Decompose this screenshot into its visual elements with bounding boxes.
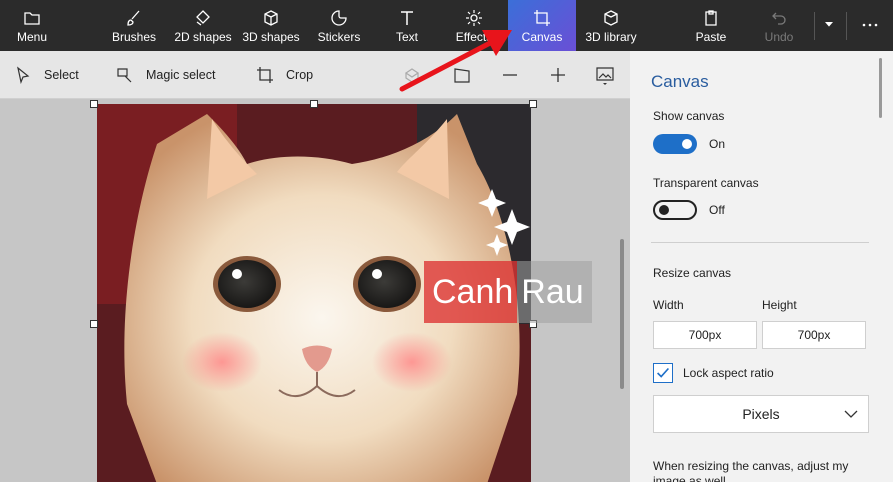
- flip-icon[interactable]: [452, 65, 472, 85]
- height-input[interactable]: 700px: [762, 321, 866, 349]
- top-toolbar: Menu Brushes 2D shapes 3D shapes Sticker…: [0, 0, 893, 51]
- resize-help-text: When resizing the canvas, adjust my imag…: [653, 459, 849, 482]
- panel-title: Canvas: [651, 72, 709, 91]
- more-icon: [862, 23, 878, 27]
- menu-button[interactable]: Menu: [0, 0, 64, 51]
- stickers-label: Stickers: [317, 30, 361, 44]
- transparent-canvas-label: Transparent canvas: [653, 176, 759, 190]
- resize-handle-top-right[interactable]: [529, 100, 537, 108]
- vertical-scrollbar[interactable]: [620, 239, 624, 389]
- shapes-2d-button[interactable]: 2D shapes: [172, 0, 234, 51]
- crop-label: Crop: [286, 68, 314, 82]
- toolbar-divider: [814, 12, 815, 40]
- brushes-button[interactable]: Brushes: [106, 0, 162, 51]
- sun-icon: [466, 10, 482, 26]
- width-input[interactable]: 700px: [653, 321, 757, 349]
- zoom-in-icon[interactable]: [548, 65, 568, 85]
- canvas-side-panel: Canvas Show canvas On Transparent canvas…: [630, 51, 893, 482]
- panel-divider: [651, 242, 869, 243]
- undo-label: Undo: [764, 30, 794, 44]
- brushes-label: Brushes: [111, 30, 157, 44]
- units-dropdown[interactable]: Pixels: [653, 395, 869, 433]
- lock-aspect-label: Lock aspect ratio: [683, 366, 774, 380]
- height-label: Height: [762, 298, 797, 312]
- resize-handle-top-left[interactable]: [90, 100, 98, 108]
- sticker-icon: [331, 10, 347, 26]
- clipboard-icon: [705, 10, 717, 26]
- library-3d-label: 3D library: [585, 30, 637, 44]
- text-icon: [401, 11, 413, 25]
- crop-icon: [257, 67, 273, 83]
- panel-scrollbar[interactable]: [879, 58, 882, 118]
- undo-icon: [772, 12, 786, 25]
- effects-label: Effects: [455, 30, 493, 44]
- text-button[interactable]: Text: [386, 0, 428, 51]
- effects-button[interactable]: Effects: [450, 0, 498, 51]
- resize-handle-left[interactable]: [90, 320, 98, 328]
- lock-aspect-checkbox[interactable]: [653, 363, 673, 383]
- paste-button[interactable]: Paste: [690, 0, 732, 51]
- watermark-right-text: Rau: [517, 261, 592, 323]
- library-3d-button[interactable]: 3D library: [582, 0, 640, 51]
- checkmark-icon: [657, 367, 670, 378]
- history-dropdown-button[interactable]: [818, 0, 840, 51]
- resize-handle-top[interactable]: [310, 100, 318, 108]
- units-value: Pixels: [742, 406, 780, 422]
- shapes-3d-button[interactable]: 3D shapes: [240, 0, 302, 51]
- canvas-label: Canvas: [521, 30, 563, 44]
- zoom-out-icon[interactable]: [500, 65, 520, 85]
- image-view-icon[interactable]: [595, 65, 615, 85]
- cursor-icon: [17, 66, 30, 84]
- toolbar-divider: [846, 12, 847, 40]
- magic-select-button[interactable]: Magic select: [116, 51, 215, 99]
- undo-button[interactable]: Undo: [756, 0, 802, 51]
- select-button[interactable]: Select: [14, 51, 79, 99]
- watermark-left-text: Canh: [424, 261, 518, 323]
- text-label: Text: [395, 30, 418, 44]
- transparent-canvas-state: Off: [709, 203, 725, 217]
- selection-toolbar: Select Magic select Crop: [0, 51, 630, 99]
- menu-label: Menu: [16, 30, 48, 44]
- magic-select-icon: [117, 68, 132, 83]
- chevron-down-icon: [844, 410, 858, 418]
- select-label: Select: [44, 68, 79, 82]
- show-canvas-label: Show canvas: [653, 109, 725, 123]
- paste-label: Paste: [695, 30, 727, 44]
- stickers-button[interactable]: Stickers: [312, 0, 366, 51]
- folder-icon: [24, 12, 40, 25]
- shapes-3d-label: 3D shapes: [242, 30, 300, 44]
- canvas-icon: [534, 10, 550, 26]
- transparent-canvas-toggle[interactable]: [653, 200, 697, 220]
- brush-icon: [127, 10, 140, 26]
- 3d-view-icon[interactable]: [402, 65, 422, 85]
- magic-select-label: Magic select: [146, 68, 216, 82]
- cube-icon: [264, 10, 278, 26]
- shapes-2d-icon: [196, 10, 210, 26]
- resize-canvas-label: Resize canvas: [653, 266, 732, 280]
- shapes-2d-label: 2D shapes: [174, 30, 232, 44]
- width-label: Width: [653, 298, 684, 312]
- caret-down-icon: [825, 22, 833, 27]
- canvas-tab-button[interactable]: Canvas: [508, 0, 576, 51]
- watermark-logo: Canh Rau: [424, 261, 619, 323]
- more-options-button[interactable]: [852, 0, 888, 51]
- show-canvas-toggle[interactable]: [653, 134, 697, 154]
- show-canvas-state: On: [709, 137, 726, 151]
- library-3d-icon: [604, 10, 618, 26]
- crop-button[interactable]: Crop: [256, 51, 313, 99]
